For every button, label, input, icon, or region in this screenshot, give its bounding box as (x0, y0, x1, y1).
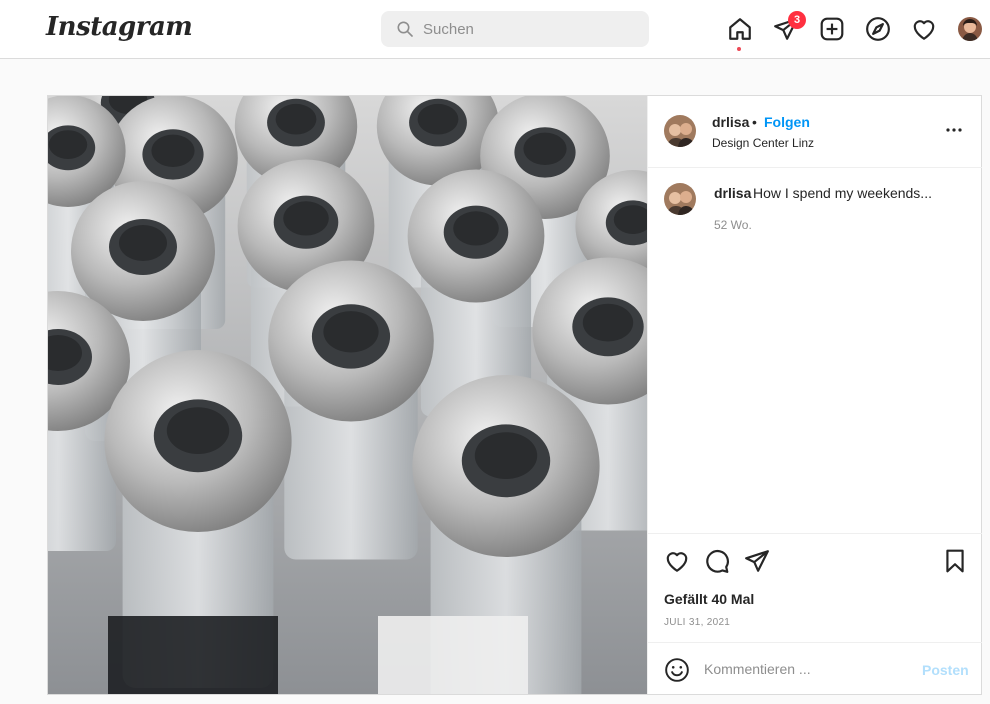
caption-username[interactable]: drlisa (714, 185, 751, 201)
profile-avatar[interactable] (958, 17, 982, 41)
comment-icon[interactable] (704, 548, 730, 574)
like-count[interactable]: Gefällt 40 Mal (664, 591, 754, 607)
separator-dot: • (752, 114, 757, 130)
post-comment-button[interactable]: Posten (922, 662, 969, 678)
active-indicator-dot (737, 47, 741, 51)
top-navigation-bar: Instagram 3 (0, 0, 990, 59)
follow-button[interactable]: Folgen (764, 114, 810, 130)
direct-badge: 3 (788, 11, 806, 29)
activity-heart-icon[interactable] (911, 16, 937, 42)
vaccine-vials-photo (48, 96, 647, 694)
post-header: drlisa • Folgen Design Center Linz (648, 96, 982, 168)
new-post-icon[interactable] (819, 16, 845, 42)
search-icon (397, 21, 413, 37)
bookmark-icon[interactable] (942, 548, 968, 574)
search-input[interactable] (423, 11, 633, 47)
search-box[interactable] (381, 11, 649, 47)
author-avatar[interactable] (664, 115, 696, 147)
add-comment-bar: Posten (648, 642, 982, 695)
like-heart-icon[interactable] (664, 548, 690, 574)
caption-text: How I spend my weekends... (753, 185, 932, 201)
caption-author-avatar[interactable] (664, 183, 696, 215)
more-options-icon[interactable] (944, 120, 964, 140)
instagram-logo[interactable]: Instagram (46, 12, 193, 42)
comment-input[interactable] (704, 655, 904, 683)
post-location[interactable]: Design Center Linz (712, 136, 814, 150)
post-card: drlisa • Folgen Design Center Linz drlis… (47, 95, 982, 695)
post-image[interactable] (48, 96, 647, 694)
post-date[interactable]: JULI 31, 2021 (664, 617, 730, 628)
home-icon[interactable] (727, 16, 753, 42)
post-actions-section: Gefällt 40 Mal JULI 31, 2021 Posten (648, 533, 982, 694)
post-sidebar: drlisa • Folgen Design Center Linz drlis… (647, 96, 982, 694)
caption-timestamp[interactable]: 52 Wo. (714, 218, 752, 232)
share-icon[interactable] (744, 548, 770, 574)
author-username[interactable]: drlisa (712, 114, 749, 130)
explore-icon[interactable] (865, 16, 891, 42)
emoji-icon[interactable] (664, 657, 690, 683)
